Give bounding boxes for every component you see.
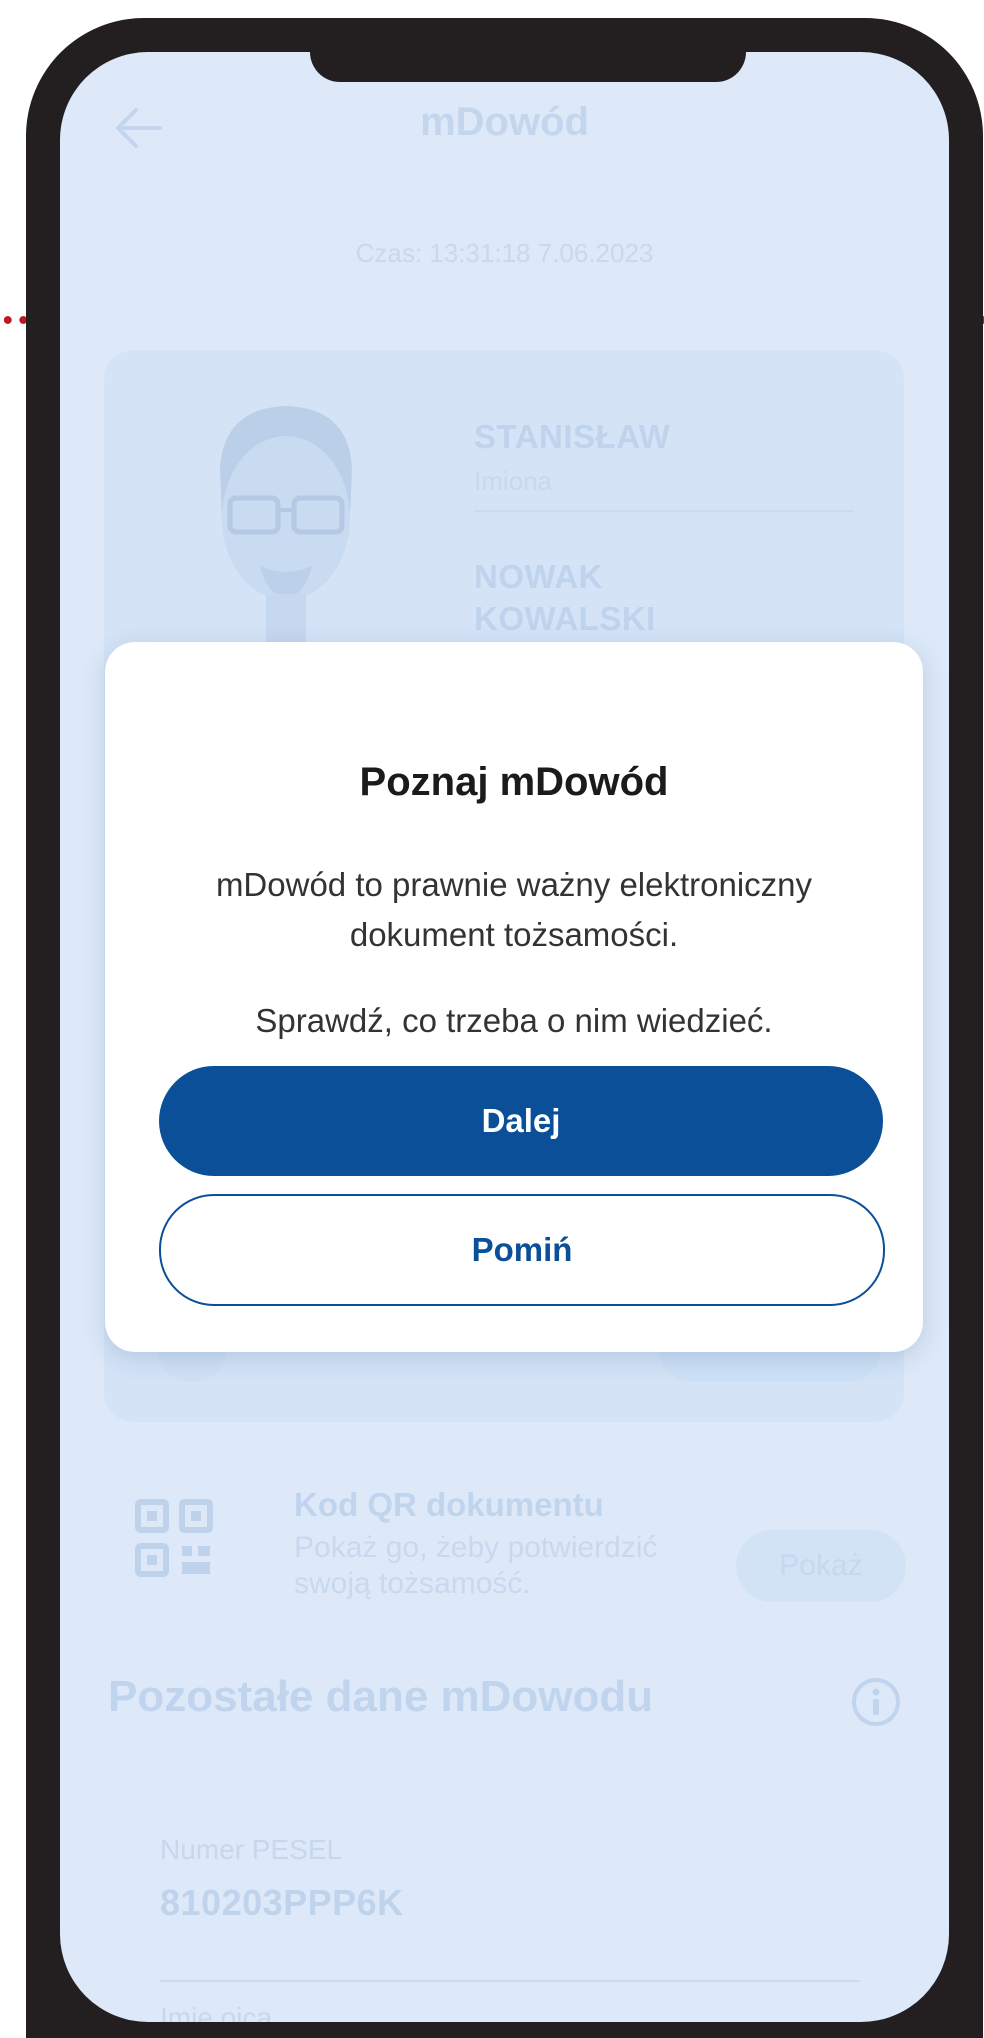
qr-code-description: Pokaż go, żeby potwierdzić swoją tożsamo… — [294, 1531, 658, 1600]
portrait-photo — [190, 398, 378, 646]
qr-code-icon — [132, 1496, 216, 1580]
first-name-value: STANISŁAW — [474, 418, 671, 455]
phone-screen: mDowód Czas: 13:31:18 7.06.2023 STANISŁA… — [60, 52, 949, 2022]
card-divider — [474, 510, 854, 512]
info-icon[interactable] — [850, 1676, 902, 1728]
surname-value-line1: NOWAK — [474, 558, 603, 595]
list-divider — [160, 1980, 860, 1982]
page-title: mDowód — [420, 100, 589, 144]
modal-paragraph-1: mDowód to prawnie ważny elektroniczny do… — [215, 866, 813, 953]
phone-notch — [310, 52, 746, 82]
show-qr-button[interactable]: Pokaż — [736, 1530, 906, 1602]
intro-modal: Poznaj mDowód mDowód to prawnie ważny el… — [105, 642, 923, 1352]
pesel-label: Numer PESEL — [160, 1834, 343, 1865]
first-name-label: Imiona — [474, 466, 553, 496]
timestamp: Czas: 13:31:18 7.06.2023 — [355, 238, 654, 268]
pesel-value: 810203PPP6K — [160, 1882, 404, 1923]
next-button[interactable]: Dalej — [159, 1066, 883, 1176]
modal-body: mDowód to prawnie ważny elektroniczny do… — [145, 860, 883, 1046]
phone-frame: mDowód Czas: 13:31:18 7.06.2023 STANISŁA… — [26, 18, 983, 2038]
qr-code-title: Kod QR dokumentu — [294, 1486, 604, 1523]
other-data-section-title: Pozostałe dane mDowodu — [108, 1672, 654, 1721]
modal-title: Poznaj mDowód — [359, 760, 669, 804]
surname-value-line2: KOWALSKI — [474, 600, 656, 637]
modal-paragraph-2: Sprawdź, co trzeba o nim wiedzieć. — [255, 1002, 773, 1039]
father-name-label: Imię ojca — [160, 2002, 273, 2022]
skip-button[interactable]: Pomiń — [159, 1194, 885, 1306]
